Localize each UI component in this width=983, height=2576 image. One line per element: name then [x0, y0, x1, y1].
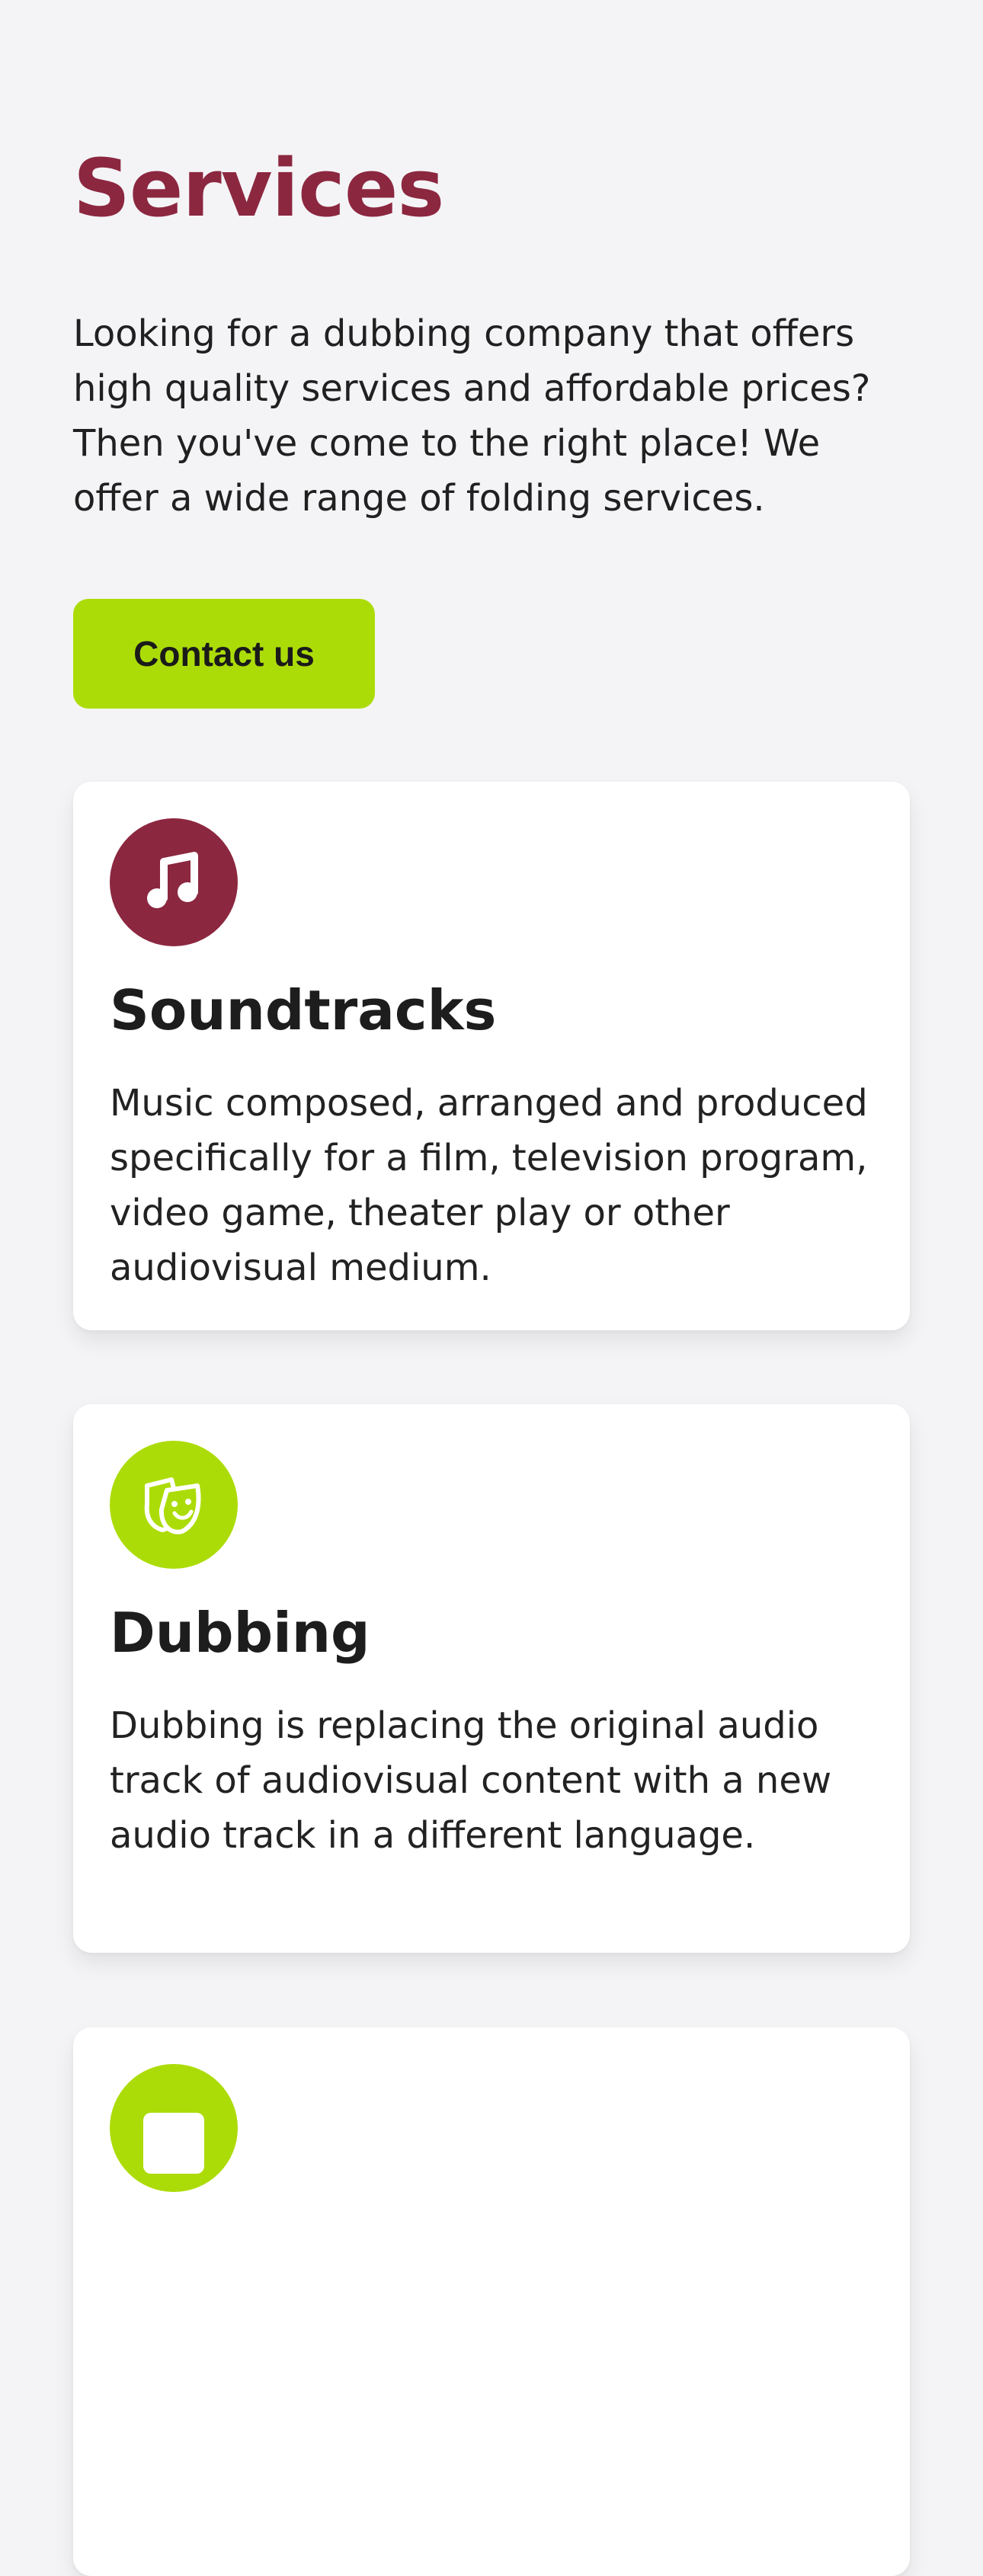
service-title: Dubbing: [110, 1601, 370, 1665]
page-title: Services: [73, 142, 444, 235]
square-shape: [143, 2113, 204, 2174]
square-icon: [110, 2064, 238, 2192]
contact-us-button[interactable]: Contact us: [73, 599, 375, 709]
service-title: Soundtracks: [110, 978, 497, 1042]
theater-masks-icon: [110, 1441, 238, 1569]
service-description: Dubbing is replacing the original audio …: [110, 1704, 832, 1857]
service-card-dubbing: Dubbing Dubbing is replacing the origina…: [73, 1404, 910, 1953]
service-card-soundtracks: Soundtracks Music composed, arranged and…: [73, 782, 910, 1330]
service-card-partial: [73, 2027, 910, 2576]
service-description: Music composed, arranged and produced sp…: [110, 1082, 868, 1289]
music-note-icon: [110, 818, 238, 946]
page-intro: Looking for a dubbing company that offer…: [73, 312, 871, 520]
